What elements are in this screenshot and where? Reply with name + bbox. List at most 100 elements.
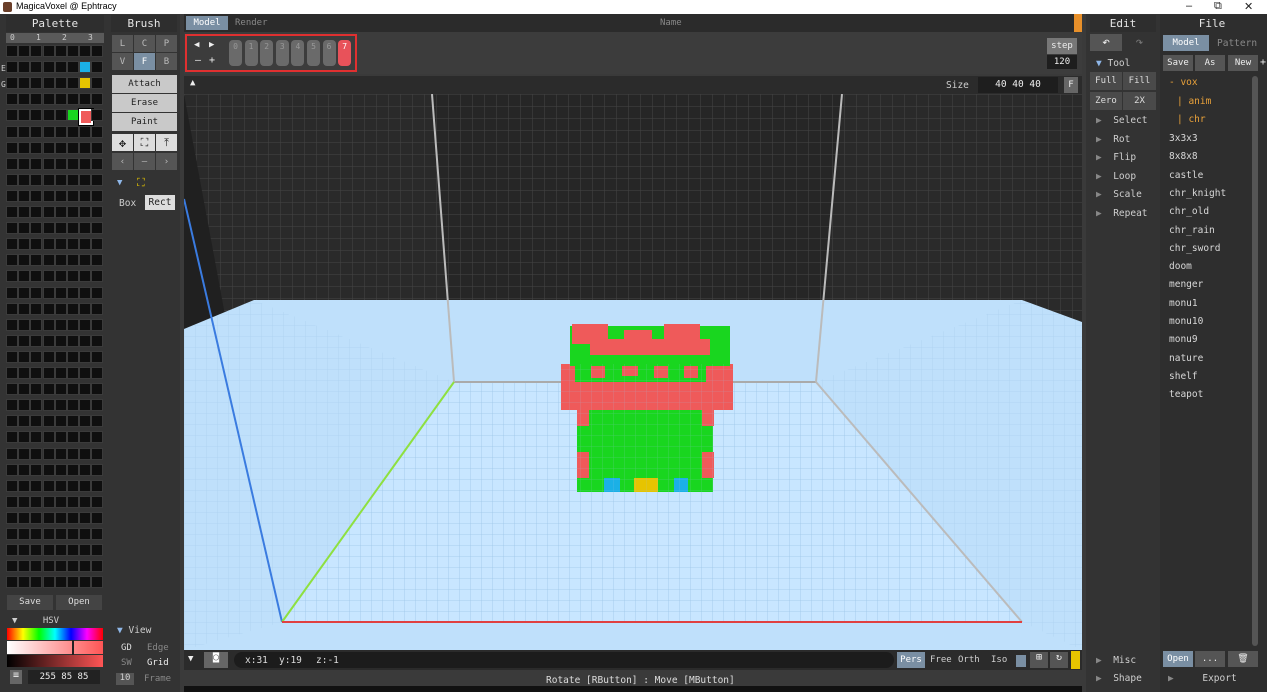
frame-add-button[interactable]: + — [209, 55, 215, 66]
folder-anim[interactable]: | anim — [1177, 96, 1211, 107]
palette-swatch[interactable] — [18, 399, 31, 412]
palette-swatch[interactable] — [79, 399, 92, 412]
palette-swatch[interactable] — [42, 560, 55, 573]
brush-prev-button[interactable]: ‹ — [112, 153, 133, 170]
palette-swatch[interactable] — [42, 576, 55, 589]
palette-swatch[interactable] — [91, 61, 104, 74]
palette-open-button[interactable]: Open — [56, 595, 102, 610]
palette-swatch[interactable] — [79, 286, 92, 299]
file-tab-pattern[interactable]: Pattern — [1217, 38, 1257, 49]
palette-swatch[interactable] — [6, 576, 18, 589]
frame-slot-active[interactable]: 7 — [338, 40, 352, 66]
palette-swatch[interactable] — [79, 222, 92, 235]
palette-swatch[interactable] — [79, 141, 92, 154]
palette-swatch[interactable] — [42, 302, 55, 315]
palette-swatch[interactable] — [67, 222, 79, 235]
palette-swatch[interactable] — [18, 528, 31, 540]
palette-swatch[interactable] — [30, 286, 43, 299]
palette-swatch[interactable] — [6, 238, 18, 251]
palette-swatch[interactable] — [6, 222, 18, 235]
file-item[interactable]: castle — [1169, 170, 1203, 181]
palette-swatch[interactable] — [42, 495, 55, 508]
file-more-button[interactable]: ... — [1195, 651, 1225, 667]
palette-swatch[interactable] — [6, 173, 18, 186]
palette-swatch[interactable] — [6, 528, 18, 540]
palette-swatch[interactable] — [18, 238, 31, 251]
palette-swatch[interactable] — [79, 93, 92, 106]
palette-swatch[interactable] — [42, 254, 55, 267]
palette-swatch[interactable] — [91, 222, 104, 235]
frame-slot[interactable]: 0 — [229, 40, 242, 66]
palette-swatch[interactable] — [6, 157, 18, 170]
tool-section-toggle[interactable]: ▼ Tool — [1096, 58, 1130, 69]
palette-swatch[interactable] — [30, 270, 43, 283]
palette-swatch[interactable] — [91, 141, 104, 154]
frame-slot[interactable]: 5 — [307, 40, 320, 66]
palette-swatch[interactable] — [6, 560, 18, 573]
palette-swatch[interactable] — [18, 189, 31, 202]
palette-save-button[interactable]: Save — [7, 595, 53, 610]
frame-slot[interactable]: 4 — [291, 40, 305, 66]
palette-swatch[interactable] — [67, 254, 79, 267]
palette-swatch[interactable] — [18, 77, 31, 90]
value-slider[interactable] — [7, 655, 103, 667]
palette-swatch[interactable] — [79, 544, 92, 557]
palette-swatch[interactable] — [30, 189, 43, 202]
palette-swatch[interactable] — [30, 109, 43, 122]
frame-next-icon[interactable]: ▶ — [209, 40, 214, 50]
brush-minus-button[interactable]: – — [134, 153, 155, 170]
proj-pers-button[interactable]: Pers — [897, 652, 925, 668]
palette-swatch[interactable] — [67, 189, 79, 202]
palette-swatch[interactable] — [42, 479, 55, 492]
palette-swatch[interactable] — [42, 109, 55, 122]
collapse-toolbar-icon[interactable]: ▲ — [190, 78, 195, 88]
palette-swatch[interactable] — [18, 544, 31, 557]
palette-swatch[interactable] — [67, 447, 79, 460]
palette-swatch[interactable] — [67, 141, 79, 154]
hue-slider[interactable] — [7, 628, 103, 640]
palette-swatch[interactable] — [79, 576, 92, 589]
frame-prev-icon[interactable]: ◀ — [194, 40, 199, 50]
edit-item-scale[interactable]: ▶ Scale — [1096, 189, 1142, 200]
palette-swatch[interactable] — [67, 511, 79, 524]
palette-swatch[interactable] — [67, 479, 79, 492]
palette-swatch[interactable] — [54, 61, 67, 74]
palette-swatch[interactable] — [42, 334, 55, 347]
palette-swatch[interactable] — [67, 286, 79, 299]
palette-swatch[interactable] — [91, 511, 104, 524]
select-tool-icon[interactable]: ⛶ — [134, 134, 155, 151]
palette-swatch[interactable] — [54, 415, 67, 428]
palette-swatch[interactable] — [42, 189, 55, 202]
palette-swatch[interactable] — [67, 238, 79, 251]
edit-item-select[interactable]: ▶ Select — [1096, 115, 1148, 126]
palette-swatch[interactable] — [54, 511, 67, 524]
palette-swatch[interactable] — [30, 463, 43, 476]
view-grid-option[interactable]: Grid — [147, 658, 169, 668]
palette-swatch[interactable] — [18, 157, 31, 170]
palette-swatch[interactable] — [30, 77, 43, 90]
palette-swatch[interactable] — [91, 173, 104, 186]
palette-swatch[interactable] — [79, 302, 92, 315]
palette-swatch[interactable] — [6, 125, 18, 138]
palette-swatch[interactable] — [6, 479, 18, 492]
palette-swatch[interactable] — [79, 77, 92, 90]
palette-swatch[interactable] — [67, 495, 79, 508]
palette-swatch[interactable] — [18, 367, 31, 379]
palette-swatch[interactable] — [42, 270, 55, 283]
palette-swatch[interactable] — [18, 109, 31, 122]
palette-swatch[interactable] — [54, 367, 67, 379]
palette-swatch[interactable] — [30, 125, 43, 138]
palette-swatch[interactable] — [30, 222, 43, 235]
palette-swatch[interactable] — [6, 206, 18, 218]
palette-swatch[interactable] — [18, 45, 31, 57]
palette-swatch[interactable] — [54, 157, 67, 170]
frame-slot[interactable]: 1 — [244, 40, 258, 66]
frame-slot[interactable]: 2 — [260, 40, 274, 66]
palette-swatch[interactable] — [79, 254, 92, 267]
palette-swatch[interactable] — [6, 431, 18, 444]
edit-item-flip[interactable]: ▶ Flip — [1096, 152, 1136, 163]
palette-swatch[interactable] — [42, 463, 55, 476]
palette-swatch[interactable] — [67, 157, 79, 170]
palette-swatch[interactable] — [6, 367, 18, 379]
palette-swatch[interactable] — [42, 206, 55, 218]
